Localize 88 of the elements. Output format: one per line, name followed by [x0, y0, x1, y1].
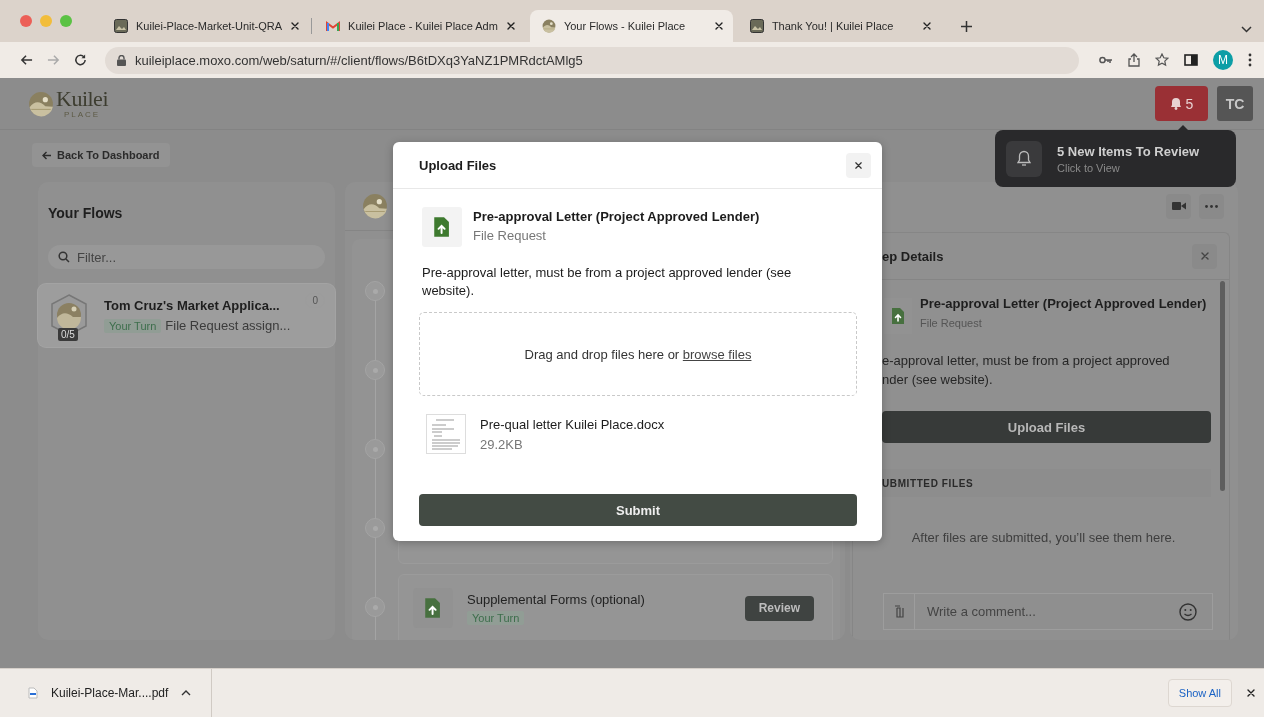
tab-list-chevron-icon[interactable]	[1241, 26, 1252, 33]
browser-tab[interactable]: Kuilei-Place-Market-Unit-QRA	[102, 10, 310, 42]
browser-tab[interactable]: Kuilei Place - Kuilei Place Adm	[314, 10, 525, 42]
file-name: Pre-qual letter Kuilei Place.docx	[480, 416, 665, 432]
logo-text: Kuilei	[56, 88, 108, 110]
caret-up-icon[interactable]	[181, 690, 192, 696]
key-icon[interactable]	[1099, 56, 1113, 64]
submit-button[interactable]: Submit	[419, 494, 857, 526]
reload-icon[interactable]	[74, 53, 87, 67]
request-type: File Request	[473, 228, 547, 243]
flow-logo-icon	[362, 193, 388, 219]
request-description: e-approval letter, must be from a project approved nder (see website).	[882, 352, 1171, 389]
close-button[interactable]	[846, 152, 871, 178]
file-size: 29.2KB	[480, 436, 524, 452]
scrollbar-thumb[interactable]	[1220, 281, 1225, 491]
toast-title: 5 New Items To Review	[1057, 143, 1200, 159]
drop-instruction: Drag and drop files here or browse files	[524, 346, 752, 362]
toast-subtitle: Click to View	[1057, 161, 1121, 174]
request-title: Pre-approval Letter (Project Approved Lender)	[920, 296, 1207, 311]
bookmark-star-icon[interactable]	[1155, 53, 1169, 67]
close-icon	[1246, 688, 1256, 698]
document-thumbnail	[426, 414, 466, 454]
step-marker	[365, 439, 385, 459]
status-badge: Your Turn	[467, 610, 525, 625]
attachment-icon	[894, 604, 904, 619]
step-card[interactable]: Supplemental Forms (optional) Your Turn Review	[398, 574, 833, 640]
left-arrow-icon	[42, 150, 52, 160]
more-options-button[interactable]	[1199, 193, 1224, 219]
empty-state-text: After files are submitted, you’ll see them here.	[911, 530, 1176, 545]
user-avatar[interactable]: TC	[1217, 86, 1253, 121]
file-drop-zone[interactable]: Drag and drop files here or browse files	[419, 312, 857, 396]
notifications-button[interactable]: 5	[1155, 86, 1208, 121]
lock-icon	[117, 54, 126, 66]
flow-title: Tom Cruz's Market Applica...	[104, 298, 280, 313]
close-tab-icon	[921, 21, 932, 31]
show-all-button[interactable]: Show All	[1167, 679, 1232, 707]
bell-icon	[1169, 97, 1182, 110]
panel-title: ep Details	[882, 248, 945, 264]
search-icon	[58, 251, 70, 263]
file-upload-icon	[433, 216, 451, 238]
close-icon	[1199, 251, 1210, 261]
request-title: Pre-approval Letter (Project Approved Lender)	[473, 209, 760, 224]
step-title: Supplemental Forms (optional)	[467, 591, 645, 607]
close-tab-icon	[290, 21, 301, 31]
browse-files-link[interactable]: browse files	[682, 346, 752, 362]
close-tab-icon	[713, 21, 724, 31]
review-button[interactable]: Review	[744, 595, 814, 621]
side-panel-icon[interactable]	[1184, 54, 1198, 66]
share-icon[interactable]	[1128, 53, 1140, 67]
browser-tab[interactable]: Thank You! | Kuilei Place	[737, 10, 941, 42]
close-icon	[854, 160, 863, 170]
upload-files-button[interactable]: Upload Files	[882, 411, 1211, 443]
download-file-name[interactable]: Kuilei-Place-Mar....pdf	[51, 686, 169, 700]
address-bar[interactable]: kuileiplace.moxo.com/web/saturn/#/client/flows/B6tDXq3YaNZ1PMRdctAMlg5	[105, 46, 1079, 74]
flow-summary: File Request assign...	[165, 318, 291, 333]
new-tab-icon[interactable]	[959, 20, 973, 33]
logo-favicon-icon	[541, 19, 556, 33]
request-type: File Request	[920, 317, 983, 329]
bell-icon	[1017, 150, 1031, 167]
step-marker	[365, 281, 385, 301]
file-upload-icon	[891, 307, 905, 325]
comment-box[interactable]: Write a comment...	[883, 593, 1213, 630]
modal-title: Upload Files	[419, 157, 498, 173]
back-arrow-icon[interactable]	[20, 54, 33, 66]
panel-title: Your Flows	[48, 205, 123, 221]
logo-tagline: PLACE	[63, 111, 101, 119]
ellipsis-icon	[1205, 204, 1218, 208]
step-marker	[365, 518, 385, 538]
image-favicon-icon	[114, 19, 128, 33]
comment-field[interactable]: Write a comment...	[915, 604, 1179, 619]
image-favicon-icon	[749, 19, 764, 33]
more-menu-icon[interactable]	[1248, 53, 1252, 67]
status-badge: Your Turn	[104, 318, 162, 333]
back-to-dashboard-button[interactable]: Back To Dashboard	[32, 143, 170, 167]
file-upload-icon	[424, 597, 442, 619]
pdf-file-icon	[28, 687, 38, 699]
request-description: Pre-approval letter, must be from a project approved lender (see website).	[422, 264, 793, 300]
mail-favicon-icon	[326, 20, 341, 32]
video-call-button[interactable]	[1166, 193, 1191, 219]
logo-icon	[28, 90, 54, 117]
close-tab-icon	[505, 21, 516, 31]
video-camera-icon	[1171, 201, 1186, 211]
filter-field[interactable]: Filter...	[77, 249, 315, 265]
emoji-icon[interactable]	[1179, 602, 1197, 621]
flow-item[interactable]: 0/5 Tom Cruz's Market Applica... 0 Your Turn File Request assign...	[38, 284, 335, 347]
filter-box[interactable]: Filter...	[48, 245, 325, 269]
step-marker	[365, 360, 385, 380]
browser-tab[interactable]: Your Flows - Kuilei Place	[529, 10, 733, 42]
